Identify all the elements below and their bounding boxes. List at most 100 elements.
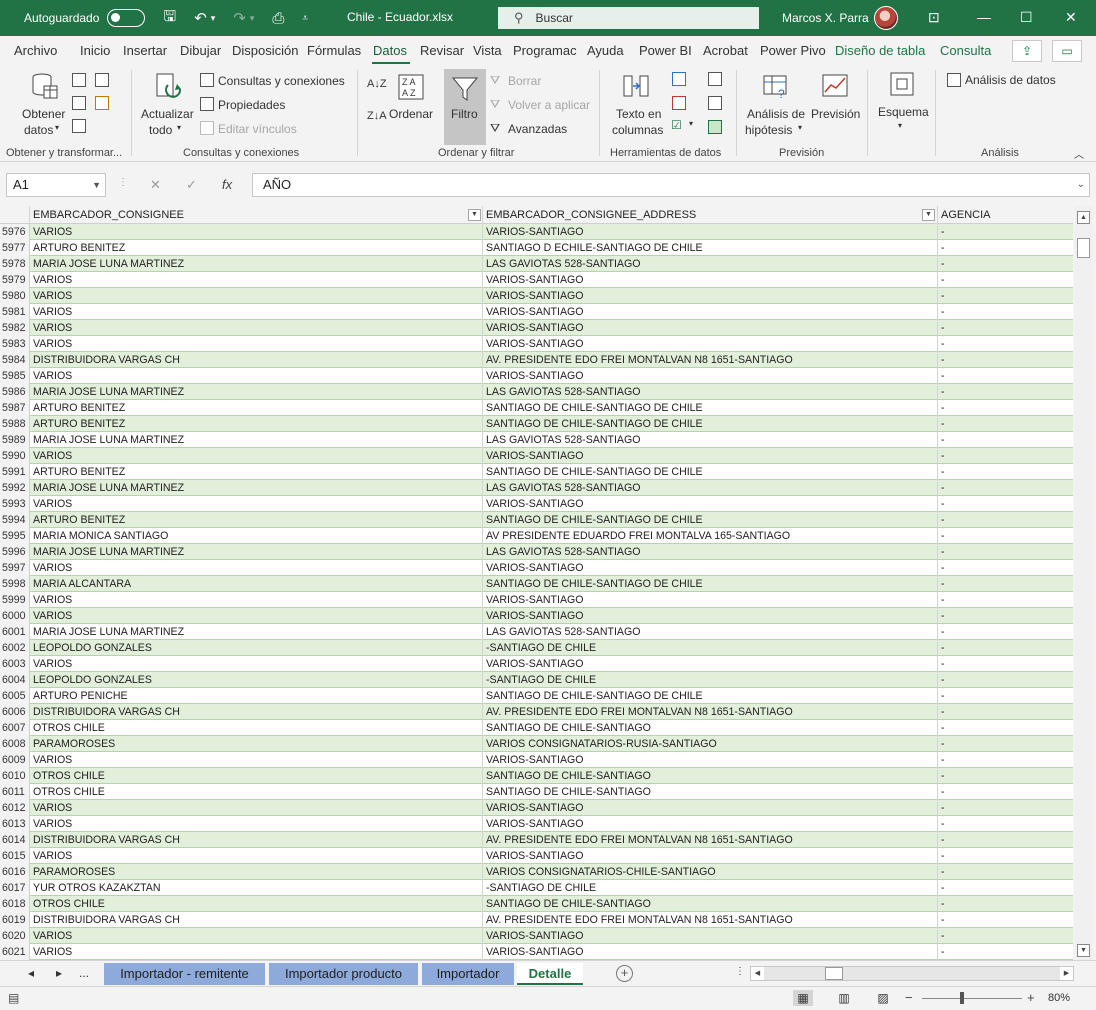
cell-embarcador-consignee-address[interactable]: VARIOS-SANTIAGO xyxy=(483,320,938,336)
cell-embarcador-consignee[interactable]: VARIOS xyxy=(30,928,483,944)
vertical-scrollbar[interactable]: ▲ ▼ xyxy=(1075,206,1093,960)
cell-agencia[interactable]: - xyxy=(938,240,1073,256)
redo-dropdown-icon[interactable]: ▾ xyxy=(250,13,255,24)
row-number[interactable]: 5981 xyxy=(0,304,30,320)
cell-embarcador-consignee[interactable]: DISTRIBUIDORA VARGAS CH xyxy=(30,704,483,720)
zoom-in-button[interactable]: + xyxy=(1027,990,1035,1005)
cell-agencia[interactable]: - xyxy=(938,480,1073,496)
filtro-button[interactable]: Filtro xyxy=(444,69,486,145)
row-number[interactable]: 6005 xyxy=(0,688,30,704)
cell-embarcador-consignee-address[interactable]: SANTIAGO DE CHILE-SANTIAGO xyxy=(483,896,938,912)
cell-agencia[interactable]: - xyxy=(938,912,1073,928)
cell-embarcador-consignee[interactable]: LEOPOLDO GONZALES xyxy=(30,672,483,688)
cell-agencia[interactable]: - xyxy=(938,832,1073,848)
zoom-out-button[interactable]: − xyxy=(905,990,913,1005)
cell-embarcador-consignee[interactable]: VARIOS xyxy=(30,336,483,352)
row-number[interactable]: 5978 xyxy=(0,256,30,272)
flash-fill-icon[interactable] xyxy=(672,72,686,86)
cell-embarcador-consignee-address[interactable]: AV. PRESIDENTE EDO FREI MONTALVAN N8 165… xyxy=(483,912,938,928)
cell-agencia[interactable]: - xyxy=(938,416,1073,432)
cell-embarcador-consignee-address[interactable]: VARIOS-SANTIAGO xyxy=(483,560,938,576)
cell-embarcador-consignee[interactable]: VARIOS xyxy=(30,752,483,768)
scroll-right-icon[interactable]: ▶ xyxy=(1060,967,1073,980)
sheet-tab-importador-producto[interactable]: Importador producto xyxy=(269,963,418,985)
cell-agencia[interactable]: - xyxy=(938,768,1073,784)
cell-agencia[interactable]: - xyxy=(938,672,1073,688)
cell-embarcador-consignee[interactable]: DISTRIBUIDORA VARGAS CH xyxy=(30,352,483,368)
cell-agencia[interactable]: - xyxy=(938,608,1073,624)
propiedades-button[interactable]: Propiedades xyxy=(218,98,285,112)
cell-embarcador-consignee[interactable]: VARIOS xyxy=(30,368,483,384)
data-model-icon[interactable] xyxy=(708,120,722,134)
cell-embarcador-consignee[interactable]: VARIOS xyxy=(30,560,483,576)
cell-embarcador-consignee-address[interactable]: SANTIAGO DE CHILE-SANTIAGO DE CHILE xyxy=(483,400,938,416)
cell-embarcador-consignee-address[interactable]: AV. PRESIDENTE EDO FREI MONTALVAN N8 165… xyxy=(483,704,938,720)
row-number[interactable]: 6019 xyxy=(0,912,30,928)
row-number[interactable]: 6011 xyxy=(0,784,30,800)
cell-embarcador-consignee-address[interactable]: VARIOS-SANTIAGO xyxy=(483,608,938,624)
header-embarcador-consignee[interactable]: EMBARCADOR_CONSIGNEE xyxy=(30,206,483,224)
cell-embarcador-consignee[interactable]: VARIOS xyxy=(30,304,483,320)
relationships-icon[interactable] xyxy=(708,96,722,110)
cell-embarcador-consignee[interactable]: ARTURO BENITEZ xyxy=(30,416,483,432)
cell-agencia[interactable]: - xyxy=(938,848,1073,864)
cell-embarcador-consignee[interactable]: ARTURO PENICHE xyxy=(30,688,483,704)
tab-power-bi[interactable]: Power BI xyxy=(639,43,692,58)
sort-icon[interactable]: Z A A Z xyxy=(397,73,425,101)
cell-embarcador-consignee-address[interactable]: SANTIAGO DE CHILE-SANTIAGO xyxy=(483,784,938,800)
cell-agencia[interactable]: - xyxy=(938,256,1073,272)
row-number[interactable]: 6012 xyxy=(0,800,30,816)
sort-za-icon[interactable]: Z↓A xyxy=(367,110,387,122)
cell-embarcador-consignee[interactable]: MARIA MONICA SANTIAGO xyxy=(30,528,483,544)
cell-embarcador-consignee[interactable]: MARIA JOSE LUNA MARTINEZ xyxy=(30,384,483,400)
tab-inicio[interactable]: Inicio xyxy=(80,43,110,58)
enter-icon[interactable]: ✓ xyxy=(186,177,197,193)
cell-embarcador-consignee-address[interactable]: AV PRESIDENTE EDUARDO FREI MONTALVA 165-… xyxy=(483,528,938,544)
row-number[interactable]: 6004 xyxy=(0,672,30,688)
cell-agencia[interactable]: - xyxy=(938,592,1073,608)
cell-agencia[interactable]: - xyxy=(938,320,1073,336)
row-number[interactable]: 5992 xyxy=(0,480,30,496)
cell-embarcador-consignee[interactable]: OTROS CHILE xyxy=(30,896,483,912)
undo-icon[interactable]: ↶ xyxy=(194,9,207,27)
cell-agencia[interactable]: - xyxy=(938,512,1073,528)
row-number[interactable]: 6009 xyxy=(0,752,30,768)
page-break-view-button[interactable]: ▨ xyxy=(873,990,893,1006)
volver-aplicar-button[interactable]: Volver a aplicar xyxy=(508,98,590,112)
row-number[interactable]: 5984 xyxy=(0,352,30,368)
cell-agencia[interactable]: - xyxy=(938,864,1073,880)
tab-archivo[interactable]: Archivo xyxy=(14,43,57,58)
cell-embarcador-consignee-address[interactable]: VARIOS-SANTIAGO xyxy=(483,224,938,240)
cell-embarcador-consignee[interactable]: ARTURO BENITEZ xyxy=(30,240,483,256)
user-name[interactable]: Marcos X. Parra xyxy=(782,11,869,25)
tab-acrobat[interactable]: Acrobat xyxy=(703,43,748,58)
cell-embarcador-consignee-address[interactable]: SANTIAGO DE CHILE-SANTIAGO xyxy=(483,768,938,784)
cell-agencia[interactable]: - xyxy=(938,352,1073,368)
from-table-icon[interactable] xyxy=(72,119,86,133)
cell-embarcador-consignee-address[interactable]: LAS GAVIOTAS 528-SANTIAGO xyxy=(483,480,938,496)
avatar[interactable] xyxy=(874,6,898,30)
tab-disposicion[interactable]: Disposición xyxy=(232,43,298,58)
normal-view-button[interactable]: ▦ xyxy=(793,990,813,1006)
cell-embarcador-consignee-address[interactable]: VARIOS-SANTIAGO xyxy=(483,944,938,960)
cell-agencia[interactable]: - xyxy=(938,384,1073,400)
horizontal-scrollbar[interactable]: ◀ ▶ xyxy=(750,966,1074,981)
cell-embarcador-consignee-address[interactable]: VARIOS-SANTIAGO xyxy=(483,496,938,512)
cell-embarcador-consignee-address[interactable]: SANTIAGO DE CHILE-SANTIAGO DE CHILE xyxy=(483,688,938,704)
row-number[interactable]: 6003 xyxy=(0,656,30,672)
row-number[interactable]: 5996 xyxy=(0,544,30,560)
cell-embarcador-consignee[interactable]: VARIOS xyxy=(30,448,483,464)
cell-agencia[interactable]: - xyxy=(938,944,1073,960)
collapse-ribbon-icon[interactable]: ︿ xyxy=(1074,146,1084,161)
cell-agencia[interactable]: - xyxy=(938,656,1073,672)
row-number[interactable]: 6008 xyxy=(0,736,30,752)
cell-embarcador-consignee-address[interactable]: VARIOS-SANTIAGO xyxy=(483,288,938,304)
consultas-conexiones-button[interactable]: Consultas y conexiones xyxy=(218,74,345,88)
scroll-up-icon[interactable]: ▲ xyxy=(1077,211,1090,224)
cell-agencia[interactable]: - xyxy=(938,704,1073,720)
cell-embarcador-consignee[interactable]: VARIOS xyxy=(30,656,483,672)
cell-embarcador-consignee[interactable]: MARIA JOSE LUNA MARTINEZ xyxy=(30,624,483,640)
cell-agencia[interactable]: - xyxy=(938,784,1073,800)
add-sheet-icon[interactable]: + xyxy=(616,965,633,982)
sheet-prev-icon[interactable]: ◂ xyxy=(28,966,34,980)
